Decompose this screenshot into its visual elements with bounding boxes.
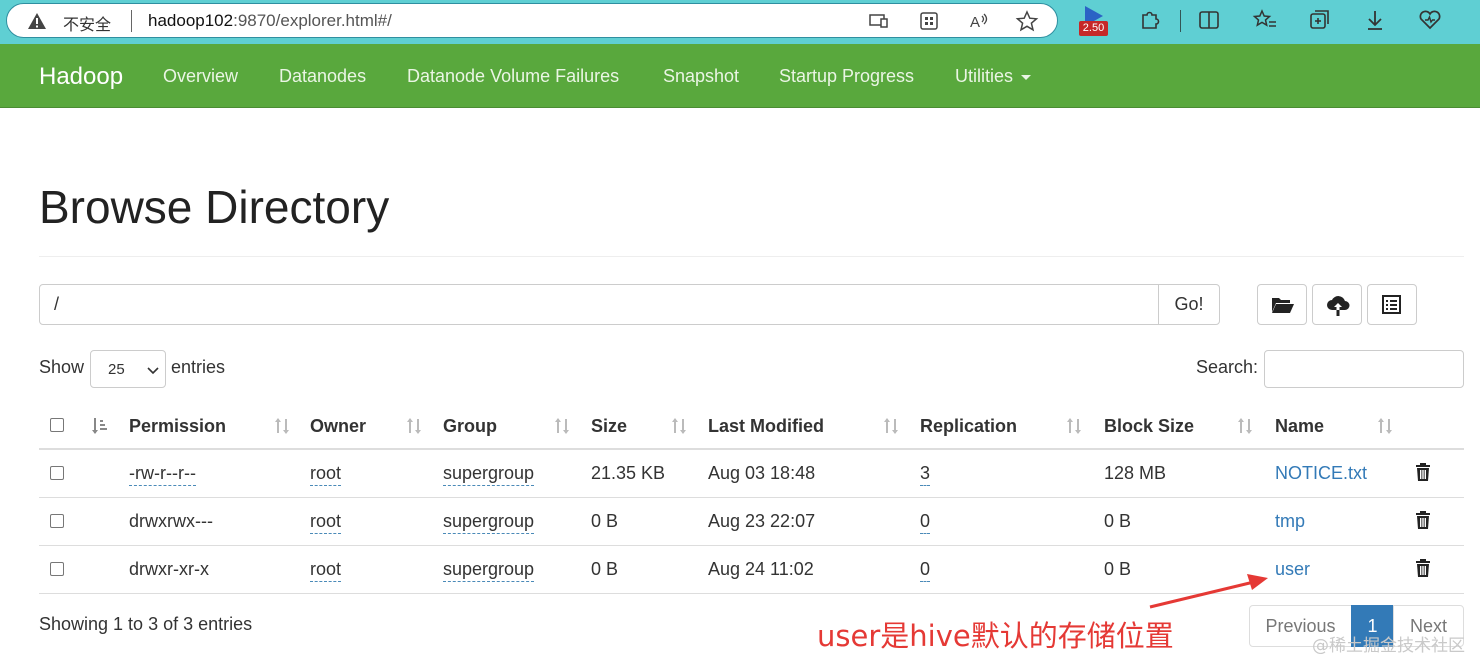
- annotation-text: user是hive默认的存储位置: [817, 619, 1174, 653]
- annotation-arrow: [1149, 574, 1268, 609]
- watermark: @稀土掘金技术社区: [1312, 636, 1465, 656]
